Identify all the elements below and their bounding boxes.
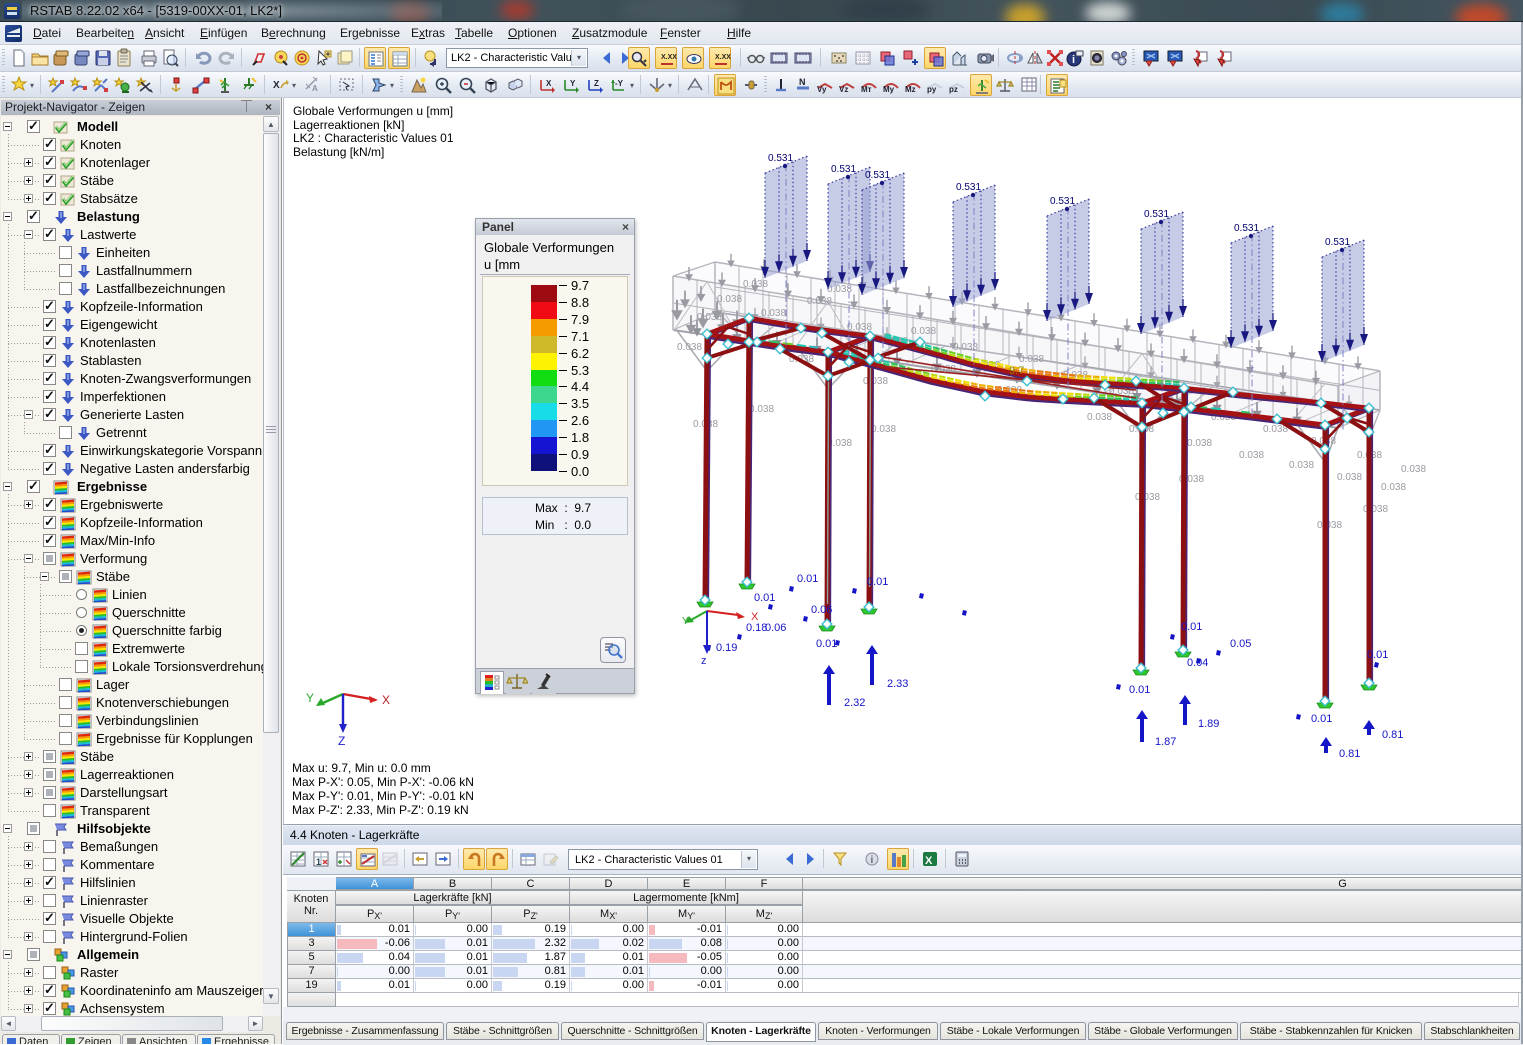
- svg-text:0.038: 0.038: [807, 296, 832, 307]
- svg-text:X: X: [751, 611, 759, 623]
- svg-text:0.01: 0.01: [754, 592, 775, 604]
- svg-text:z: z: [701, 655, 707, 667]
- svg-text:0.01: 0.01: [1367, 649, 1388, 661]
- svg-text:1.89: 1.89: [1198, 718, 1219, 730]
- svg-text:X: X: [925, 855, 933, 867]
- svg-text:X.XX: X.XX: [661, 54, 677, 61]
- svg-text:Z: Z: [594, 79, 599, 88]
- svg-text:0.038: 0.038: [911, 326, 936, 337]
- svg-text:9.7: 9.7: [1009, 365, 1024, 377]
- svg-text:0.531: 0.531: [1144, 209, 1169, 220]
- svg-text:0.038: 0.038: [1401, 464, 1426, 475]
- svg-text:0.038: 0.038: [761, 308, 786, 319]
- svg-text:0.038: 0.038: [1187, 438, 1212, 449]
- svg-text:-Y: -Y: [615, 79, 624, 88]
- svg-text:0.531: 0.531: [1325, 237, 1350, 248]
- svg-text:0.038: 0.038: [863, 376, 888, 387]
- svg-text:N: N: [799, 77, 806, 87]
- svg-text:0.038: 0.038: [1019, 354, 1044, 365]
- svg-text:Y: Y: [306, 691, 314, 705]
- svg-text:Y: Y: [570, 79, 576, 88]
- svg-text:X: X: [546, 79, 552, 88]
- svg-text:0.038: 0.038: [743, 279, 768, 290]
- svg-text:Z: Z: [338, 734, 345, 748]
- svg-text:X: X: [382, 693, 390, 707]
- svg-text:0.01: 0.01: [1181, 621, 1202, 633]
- svg-text:0.01: 0.01: [1311, 713, 1332, 725]
- svg-text:0.531: 0.531: [1234, 223, 1259, 234]
- svg-text:0.01: 0.01: [867, 576, 888, 588]
- svg-text:2.33: 2.33: [887, 678, 908, 690]
- svg-text:i: i: [1072, 54, 1075, 66]
- svg-text:A: A: [312, 84, 318, 93]
- svg-text:0.038: 0.038: [1289, 460, 1314, 471]
- svg-text:0.038: 0.038: [717, 294, 742, 305]
- svg-text:0.06: 0.06: [811, 604, 832, 616]
- svg-text:0.19: 0.19: [716, 642, 737, 654]
- svg-text:0.038: 0.038: [1135, 492, 1160, 503]
- svg-text:0.531: 0.531: [1050, 196, 1075, 207]
- svg-text:0.038: 0.038: [871, 424, 896, 435]
- svg-text:1.87: 1.87: [1155, 736, 1176, 748]
- svg-text:0.01: 0.01: [816, 638, 837, 650]
- svg-text:0.81: 0.81: [1339, 748, 1360, 760]
- svg-text:2.32: 2.32: [844, 697, 865, 709]
- svg-text:0.81: 0.81: [1382, 729, 1403, 741]
- svg-text:0.038: 0.038: [1317, 520, 1342, 531]
- svg-text:0.531: 0.531: [865, 170, 890, 181]
- svg-text:0.038: 0.038: [1087, 412, 1112, 423]
- svg-text:0.01: 0.01: [797, 573, 818, 585]
- svg-text:0.06: 0.06: [765, 622, 786, 634]
- svg-text:0.01: 0.01: [1129, 684, 1150, 696]
- svg-text:0.531: 0.531: [768, 153, 793, 164]
- svg-text:0.038: 0.038: [1239, 450, 1264, 461]
- svg-text:0.038: 0.038: [697, 312, 722, 323]
- svg-text:X.XX: X.XX: [715, 54, 731, 61]
- svg-text:0.531: 0.531: [956, 182, 981, 193]
- svg-text:i: i: [871, 855, 874, 866]
- svg-text:0.05: 0.05: [1230, 638, 1251, 650]
- svg-text:0.531: 0.531: [831, 164, 856, 175]
- svg-text:0.038: 0.038: [749, 404, 774, 415]
- svg-text:Y: Y: [682, 616, 689, 627]
- svg-text:0.038: 0.038: [677, 342, 702, 353]
- svg-text:0.038: 0.038: [1337, 472, 1362, 483]
- svg-text:0.038: 0.038: [953, 342, 978, 353]
- svg-text:X: X: [273, 80, 280, 91]
- svg-text:0.038: 0.038: [1381, 482, 1406, 493]
- svg-text:1: 1: [316, 857, 321, 867]
